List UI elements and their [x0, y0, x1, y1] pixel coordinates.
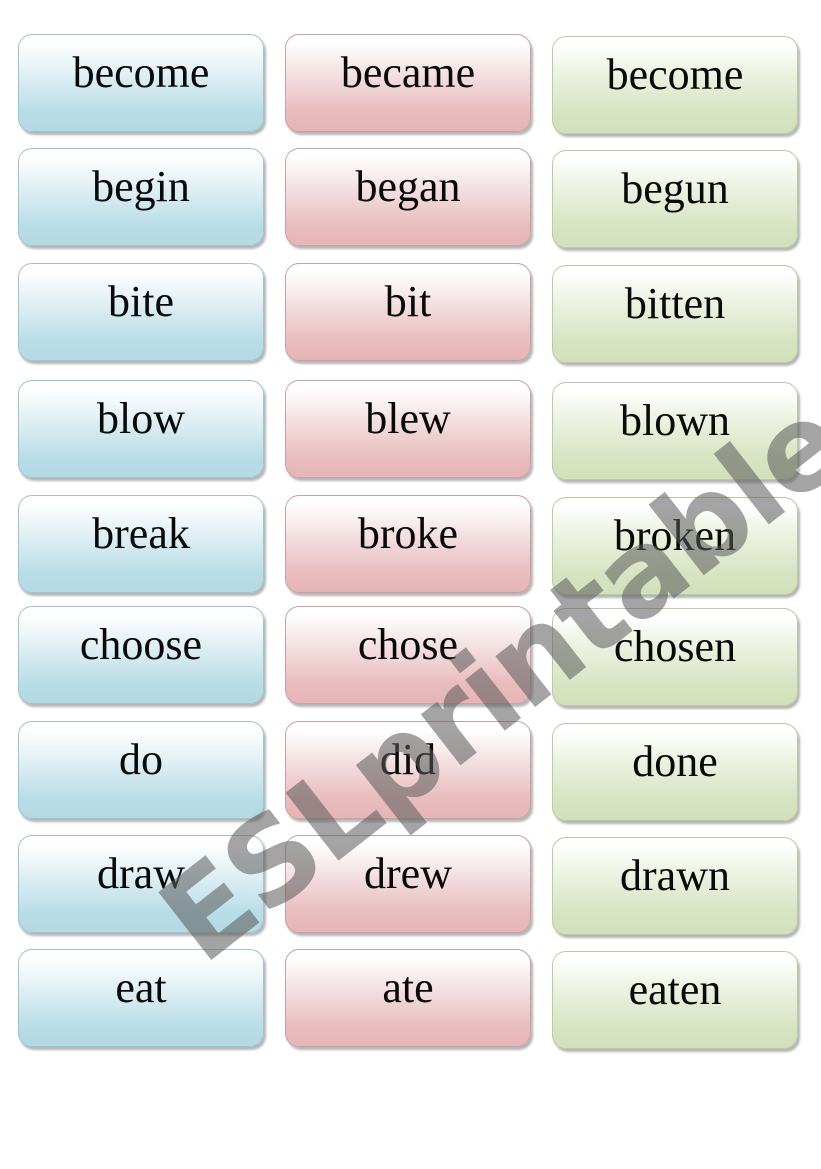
past-form-card: blew	[285, 380, 531, 478]
verb-label: bitten	[624, 279, 726, 328]
past-form-card: did	[285, 721, 531, 819]
verb-label: drew	[364, 849, 452, 898]
verb-label: draw	[97, 849, 185, 898]
past-participle-card: done	[552, 723, 798, 821]
base-form-card: begin	[18, 148, 264, 246]
past-form-card: began	[285, 148, 531, 246]
verb-label: done	[632, 737, 718, 786]
past-form-card: bit	[285, 263, 531, 361]
past-participle-card: blown	[552, 382, 798, 480]
past-participle-card: become	[552, 36, 798, 134]
verb-label: began	[355, 162, 461, 211]
base-form-card: bite	[18, 263, 264, 361]
verb-label: broke	[357, 509, 459, 558]
verb-label: break	[92, 509, 190, 558]
verb-label: eat	[115, 963, 167, 1012]
verb-label: ate	[382, 963, 434, 1012]
verb-label: chosen	[613, 622, 737, 671]
past-participle-card: eaten	[552, 951, 798, 1049]
past-participle-card: chosen	[552, 608, 798, 706]
verb-label: drawn	[620, 851, 730, 900]
base-form-card: draw	[18, 835, 264, 933]
verb-label: broken	[613, 511, 737, 560]
past-form-card: drew	[285, 835, 531, 933]
base-form-card: do	[18, 721, 264, 819]
past-form-card: ate	[285, 949, 531, 1047]
verb-label: blow	[97, 394, 185, 443]
past-form-card: became	[285, 34, 531, 132]
base-form-card: choose	[18, 606, 264, 704]
verb-label: become	[72, 48, 210, 97]
base-form-card: break	[18, 495, 264, 593]
verb-label: became	[340, 48, 476, 97]
past-form-card: broke	[285, 495, 531, 593]
verb-label: choose	[79, 620, 203, 669]
verb-label: chose	[357, 620, 459, 669]
verb-label: blew	[365, 394, 451, 443]
verb-label: did	[379, 735, 437, 784]
past-participle-card: drawn	[552, 837, 798, 935]
verb-label: eaten	[628, 965, 722, 1014]
past-participle-card: bitten	[552, 265, 798, 363]
verb-label: blown	[620, 396, 730, 445]
verb-label: become	[606, 50, 744, 99]
verb-label: begun	[621, 164, 729, 213]
past-form-card: chose	[285, 606, 531, 704]
past-participle-card: begun	[552, 150, 798, 248]
base-form-card: eat	[18, 949, 264, 1047]
verb-label: do	[119, 735, 163, 784]
verb-label: begin	[92, 162, 190, 211]
past-participle-card: broken	[552, 497, 798, 595]
verb-label: bit	[384, 277, 432, 326]
verb-label: bite	[108, 277, 174, 326]
base-form-card: become	[18, 34, 264, 132]
base-form-card: blow	[18, 380, 264, 478]
